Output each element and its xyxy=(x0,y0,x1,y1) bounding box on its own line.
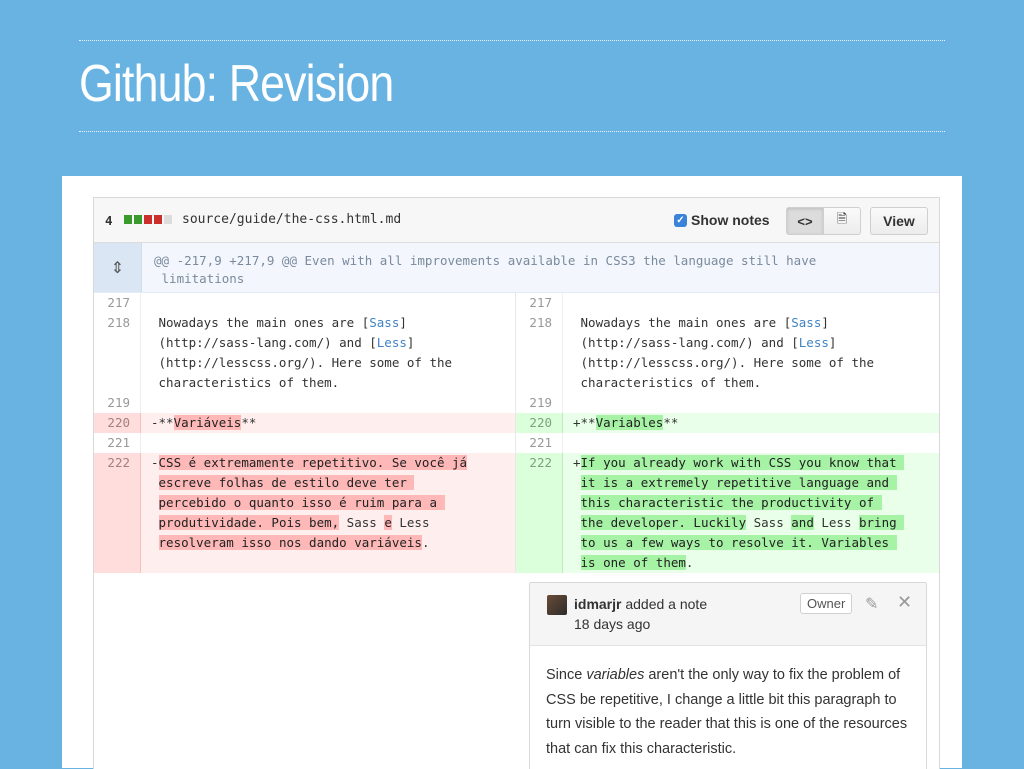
avatar[interactable] xyxy=(547,595,567,615)
show-notes-toggle[interactable]: ✓ Show notes xyxy=(674,212,770,228)
line-number[interactable]: 221 xyxy=(94,433,141,453)
diff-line: 222 +If you already work with CSS you kno… xyxy=(516,453,939,573)
file-diff: 4 source/guide/the-css.html.md ✓ Show no… xyxy=(93,197,940,769)
revision-note: idmarjr added a note 18 days ago Owner ✎… xyxy=(529,582,927,769)
line-number[interactable]: 222 xyxy=(516,453,563,573)
file-text-icon: 🗎 xyxy=(836,211,848,226)
line-code: +If you already work with CSS you know t… xyxy=(563,453,939,573)
line-code: Nowadays the main ones are [Sass] (http:… xyxy=(151,315,453,390)
hunk-header: ⇕ @@ -217,9 +217,9 @@ Even with all impr… xyxy=(94,243,939,293)
close-icon[interactable]: ✕ xyxy=(897,592,912,613)
expand-icon[interactable]: ⇕ xyxy=(94,243,142,292)
show-notes-label: Show notes xyxy=(691,212,770,228)
slide-title: Github: Revision xyxy=(79,55,394,113)
checkbox-icon[interactable]: ✓ xyxy=(674,213,687,227)
source-diff-button[interactable]: <> xyxy=(786,207,824,235)
hunk-text: @@ -217,9 +217,9 @@ Even with all improv… xyxy=(154,253,817,286)
diff-line: 218 Nowadays the main ones are [Sass] (h… xyxy=(94,313,515,393)
change-count: 4 xyxy=(105,213,113,228)
line-number[interactable]: 217 xyxy=(516,293,563,313)
note-header: idmarjr added a note 18 days ago Owner ✎… xyxy=(530,583,926,646)
note-body: Since variables aren't the only way to f… xyxy=(546,667,908,757)
note-author-line: idmarjr added a note xyxy=(574,596,707,612)
diff-line: 217 xyxy=(94,293,515,313)
line-code: -CSS é extremamente repetitivo. Se você … xyxy=(141,453,515,573)
diff-line: 217 xyxy=(516,293,939,313)
diff-line: 218 Nowadays the main ones are [Sass] (h… xyxy=(516,313,939,393)
note-action: added a note xyxy=(625,596,708,612)
pencil-icon[interactable]: ✎ xyxy=(865,594,878,614)
diffstat xyxy=(124,215,172,224)
line-code: Nowadays the main ones are [Sass] (http:… xyxy=(573,315,875,390)
file-path[interactable]: source/guide/the-css.html.md xyxy=(182,212,401,227)
line-number[interactable]: 220 xyxy=(516,413,563,433)
top-rule xyxy=(79,40,945,41)
line-number[interactable]: 218 xyxy=(94,313,141,393)
note-author[interactable]: idmarjr xyxy=(574,596,621,612)
line-code xyxy=(563,293,939,313)
line-number[interactable]: 219 xyxy=(94,393,141,413)
diff-line: 220 -**Variáveis** xyxy=(94,413,515,433)
view-button[interactable]: View xyxy=(870,207,928,235)
line-code xyxy=(141,393,515,413)
line-code xyxy=(141,433,515,453)
bottom-rule xyxy=(79,131,945,132)
owner-badge: Owner xyxy=(800,593,853,614)
file-header: 4 source/guide/the-css.html.md ✓ Show no… xyxy=(94,198,939,243)
line-number[interactable]: 222 xyxy=(94,453,141,573)
line-number[interactable]: 218 xyxy=(516,313,563,393)
diff-line: 222 -CSS é extremamente repetitivo. Se vo… xyxy=(94,453,515,573)
diff-line: 221 xyxy=(516,433,939,453)
diff-line: 219 xyxy=(94,393,515,413)
line-number[interactable]: 219 xyxy=(516,393,563,413)
diff-line: 220 +**Variables** xyxy=(516,413,939,433)
diff-line: 219 xyxy=(516,393,939,413)
screenshot-panel: 4 source/guide/the-css.html.md ✓ Show no… xyxy=(62,176,962,769)
line-number[interactable]: 217 xyxy=(94,293,141,313)
line-number[interactable]: 221 xyxy=(516,433,563,453)
left-side: 217 218 Nowadays the main ones are [Sass]… xyxy=(94,293,515,573)
diff-line: 221 xyxy=(94,433,515,453)
code-icon: <> xyxy=(797,213,813,229)
note-time: 18 days ago xyxy=(574,616,651,632)
line-code xyxy=(563,393,939,413)
right-side: 217 218 Nowadays the main ones are [Sass]… xyxy=(515,293,939,573)
line-code xyxy=(563,433,939,453)
line-code xyxy=(141,293,515,313)
view-mode-group: <> 🗎 xyxy=(786,207,861,235)
line-number[interactable]: 220 xyxy=(94,413,141,433)
line-code: -**Variáveis** xyxy=(141,413,515,433)
rich-diff-button[interactable]: 🗎 xyxy=(824,207,861,235)
line-code: +**Variables** xyxy=(563,413,939,433)
